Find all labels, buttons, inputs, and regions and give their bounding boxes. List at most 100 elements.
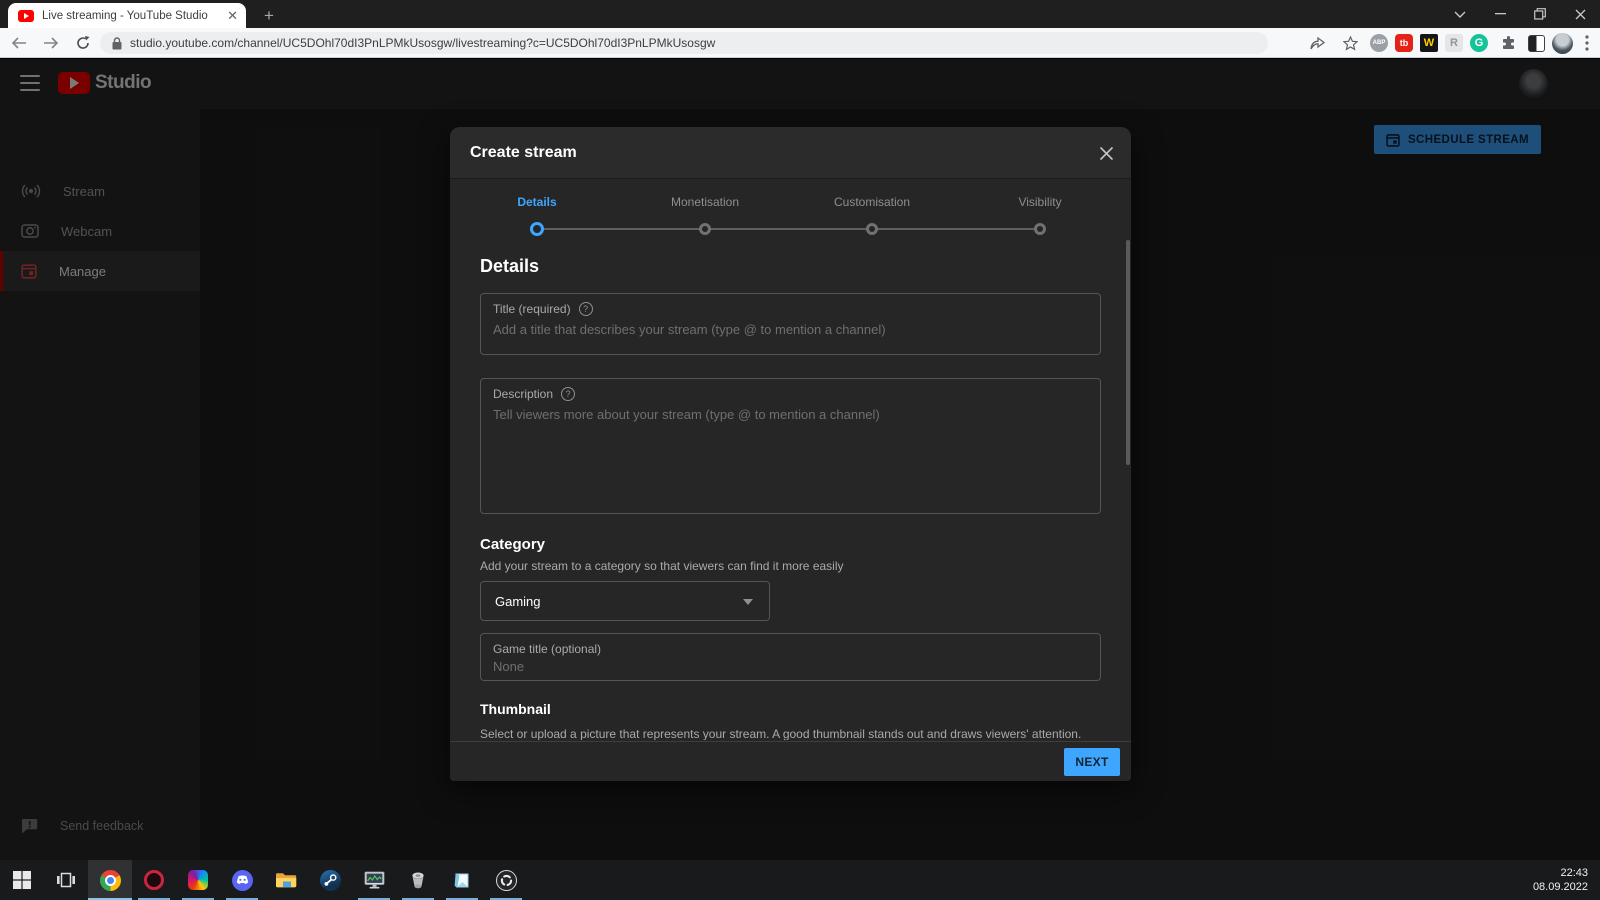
- modal-footer: NEXT: [450, 741, 1131, 781]
- tab-close-icon[interactable]: ✕: [227, 9, 238, 22]
- toolbar-right: ABP tb W R G: [1304, 30, 1594, 56]
- forward-icon[interactable]: [38, 30, 64, 56]
- stepper: Details Monetisation Customisation Visib…: [450, 179, 1131, 250]
- step-customisation[interactable]: Customisation: [834, 195, 910, 209]
- tab-title: Live streaming - YouTube Studio: [42, 10, 221, 22]
- taskbar: 22:43 08.09.2022: [0, 860, 1600, 900]
- description-input[interactable]: Description ? Tell viewers more about yo…: [480, 378, 1101, 514]
- taskbar-notepad-icon[interactable]: [440, 860, 484, 900]
- game-title-input[interactable]: Game title (optional) None: [480, 633, 1101, 681]
- notepad-icon: [453, 871, 472, 890]
- step-label: Customisation: [834, 195, 910, 209]
- modal-title: Create stream: [470, 144, 577, 162]
- browser-titlebar: Live streaming - YouTube Studio ✕ +: [0, 0, 1600, 28]
- darkreader-extension-icon[interactable]: [1528, 35, 1545, 52]
- clock-date: 08.09.2022: [1533, 880, 1588, 894]
- step-monetisation[interactable]: Monetisation: [671, 195, 739, 209]
- step-details[interactable]: Details: [517, 195, 556, 209]
- back-icon[interactable]: [6, 30, 32, 56]
- details-heading: Details: [480, 256, 1101, 277]
- task-view-button[interactable]: [44, 860, 88, 900]
- chrome-icon: [100, 870, 121, 891]
- new-tab-button[interactable]: +: [258, 5, 280, 27]
- step-visibility[interactable]: Visibility: [1018, 195, 1061, 209]
- youtube-favicon-icon: [18, 10, 34, 22]
- category-subtitle: Add your stream to a category so that vi…: [480, 559, 1101, 573]
- steam-icon: [320, 870, 341, 891]
- adblock-extension-icon[interactable]: ABP: [1370, 34, 1388, 52]
- modal-scrollbar[interactable]: [1126, 240, 1130, 465]
- thumbnail-subtitle: Select or upload a picture that represen…: [480, 727, 1101, 740]
- window-restore-icon[interactable]: [1520, 0, 1560, 28]
- opera-gx-icon: [144, 870, 164, 890]
- thumbnail-heading: Thumbnail: [480, 701, 1101, 717]
- youtube-studio-app: Studio Stream: [0, 59, 1600, 860]
- step-dot-details[interactable]: [530, 222, 544, 236]
- share-icon[interactable]: [1304, 30, 1330, 56]
- title-placeholder: Add a title that describes your stream (…: [493, 322, 1088, 337]
- window-controls: [1440, 0, 1600, 28]
- modal-body: Details Title (required) ? Add a title t…: [450, 250, 1131, 740]
- file-explorer-icon: [275, 872, 297, 889]
- taskbar-opera-gx-icon[interactable]: [132, 860, 176, 900]
- speaker-icon: [409, 871, 427, 889]
- taskbar-chrome-icon[interactable]: [88, 860, 132, 900]
- create-stream-modal: Create stream Details Monetisation Custo…: [450, 127, 1131, 781]
- extensions-puzzle-icon[interactable]: [1495, 30, 1521, 56]
- r-extension-icon[interactable]: R: [1445, 34, 1463, 52]
- next-button[interactable]: NEXT: [1064, 748, 1120, 776]
- windows-logo-icon: [13, 871, 31, 889]
- category-heading: Category: [480, 536, 1101, 553]
- w-extension-icon[interactable]: W: [1420, 34, 1438, 52]
- browser-profile-avatar[interactable]: [1552, 33, 1573, 54]
- step-dot-customisation[interactable]: [866, 223, 878, 235]
- modal-header: Create stream: [450, 127, 1131, 179]
- url-bar[interactable]: studio.youtube.com/channel/UC5DOhl70dI3P…: [100, 32, 1268, 54]
- step-label: Visibility: [1018, 195, 1061, 209]
- taskbar-task-manager-icon[interactable]: [352, 860, 396, 900]
- chevron-down-icon: [743, 599, 753, 605]
- description-label: Description: [493, 387, 553, 401]
- browser-menu-icon[interactable]: [1580, 30, 1594, 56]
- taskbar-steam-icon[interactable]: [308, 860, 352, 900]
- game-title-placeholder: None: [493, 659, 1088, 674]
- task-manager-icon: [364, 871, 385, 890]
- screen: Live streaming - YouTube Studio ✕ +: [0, 0, 1600, 900]
- bookmark-star-icon[interactable]: [1337, 30, 1363, 56]
- thumbnail-subtitle-text: Select or upload a picture that represen…: [480, 727, 1081, 740]
- category-selected-value: Gaming: [495, 594, 541, 609]
- title-input[interactable]: Title (required) ? Add a title that desc…: [480, 293, 1101, 355]
- taskbar-audio-icon[interactable]: [396, 860, 440, 900]
- reload-icon[interactable]: [70, 30, 96, 56]
- grammarly-extension-icon[interactable]: G: [1470, 34, 1488, 52]
- browser-tab[interactable]: Live streaming - YouTube Studio ✕: [8, 3, 246, 28]
- taskbar-obs-icon[interactable]: [484, 860, 528, 900]
- taskbar-discord-icon[interactable]: [220, 860, 264, 900]
- category-select[interactable]: Gaming: [480, 581, 770, 621]
- tubebuddy-extension-icon[interactable]: tb: [1395, 34, 1413, 52]
- window-close-icon[interactable]: [1560, 0, 1600, 28]
- stepper-line: [537, 228, 1040, 230]
- taskbar-clock[interactable]: 22:43 08.09.2022: [1533, 860, 1600, 900]
- title-help-icon[interactable]: ?: [579, 302, 593, 316]
- taskbar-file-explorer-icon[interactable]: [264, 860, 308, 900]
- task-view-icon: [56, 871, 76, 889]
- obs-studio-icon: [496, 870, 517, 891]
- clock-time: 22:43: [1560, 866, 1588, 880]
- window-minimize-icon[interactable]: [1480, 0, 1520, 28]
- next-button-label: NEXT: [1075, 755, 1108, 769]
- step-dot-monetisation[interactable]: [699, 223, 711, 235]
- title-label: Title (required): [493, 302, 571, 316]
- step-label: Monetisation: [671, 195, 739, 209]
- window-menu-chevron-icon[interactable]: [1440, 0, 1480, 28]
- url-text: studio.youtube.com/channel/UC5DOhl70dI3P…: [130, 36, 715, 50]
- game-title-label: Game title (optional): [493, 642, 601, 656]
- step-label: Details: [517, 195, 556, 209]
- description-placeholder: Tell viewers more about your stream (typ…: [493, 407, 1088, 422]
- description-help-icon[interactable]: ?: [561, 387, 575, 401]
- modal-close-icon[interactable]: [1097, 144, 1115, 162]
- start-button[interactable]: [0, 860, 44, 900]
- taskbar-adobe-cc-icon[interactable]: [176, 860, 220, 900]
- browser-toolbar: studio.youtube.com/channel/UC5DOhl70dI3P…: [0, 28, 1600, 58]
- step-dot-visibility[interactable]: [1034, 223, 1046, 235]
